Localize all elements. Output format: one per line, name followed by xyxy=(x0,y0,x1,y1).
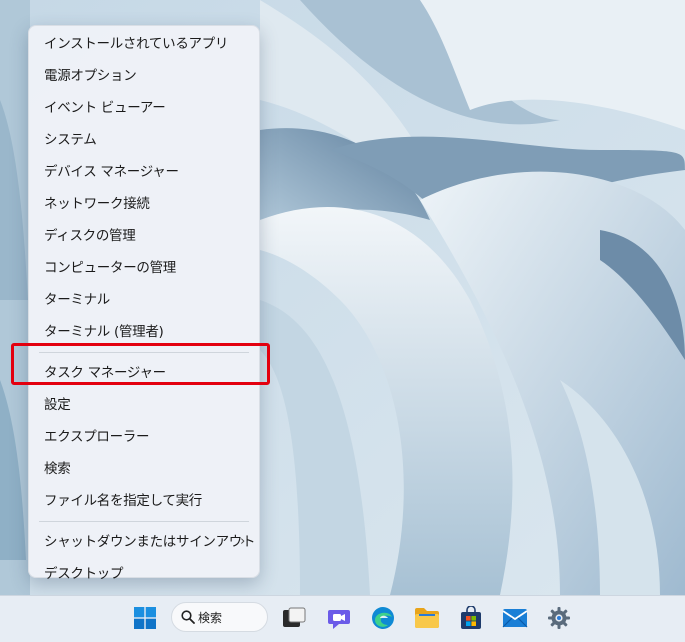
menu-item-desktop[interactable]: デスクトップ xyxy=(29,558,259,590)
menu-item-file-explorer[interactable]: エクスプローラー xyxy=(29,421,259,453)
start-icon[interactable] xyxy=(131,604,159,632)
menu-item-disk-management[interactable]: ディスクの管理 xyxy=(29,220,259,252)
file-explorer-icon[interactable] xyxy=(413,604,441,632)
menu-item-settings[interactable]: 設定 xyxy=(29,389,259,421)
taskbar: 検索 xyxy=(0,595,685,642)
settings-gear-icon[interactable] xyxy=(545,604,573,632)
menu-item-computer-management[interactable]: コンピューターの管理 xyxy=(29,252,259,284)
menu-item-network-connections[interactable]: ネットワーク接続 xyxy=(29,188,259,220)
menu-item-power-options[interactable]: 電源オプション xyxy=(29,60,259,92)
menu-item-shutdown-signout[interactable]: シャットダウンまたはサインアウト › xyxy=(29,526,259,558)
search-label: 検索 xyxy=(198,610,223,625)
menu-item-device-manager[interactable]: デバイス マネージャー xyxy=(29,156,259,188)
edge-icon[interactable] xyxy=(369,604,397,632)
menu-separator xyxy=(39,521,249,522)
teams-chat-icon[interactable] xyxy=(325,604,353,632)
winx-context-menu: インストールされているアプリ 電源オプション イベント ビューアー システム デ… xyxy=(28,25,260,582)
task-view-icon[interactable] xyxy=(280,604,308,632)
search-icon xyxy=(181,610,195,627)
menu-item-installed-apps[interactable]: インストールされているアプリ xyxy=(29,28,259,60)
mail-icon[interactable] xyxy=(501,604,529,632)
menu-item-run[interactable]: ファイル名を指定して実行 xyxy=(29,485,259,517)
chevron-right-icon: › xyxy=(240,534,245,549)
highlight-annotation-box xyxy=(11,343,270,385)
menu-item-terminal[interactable]: ターミナル xyxy=(29,284,259,316)
store-icon[interactable] xyxy=(457,604,485,632)
menu-item-system[interactable]: システム xyxy=(29,124,259,156)
menu-item-label: シャットダウンまたはサインアウト xyxy=(44,534,256,550)
menu-item-search[interactable]: 検索 xyxy=(29,453,259,485)
menu-item-event-viewer[interactable]: イベント ビューアー xyxy=(29,92,259,124)
taskbar-search-box[interactable]: 検索 xyxy=(171,602,268,632)
